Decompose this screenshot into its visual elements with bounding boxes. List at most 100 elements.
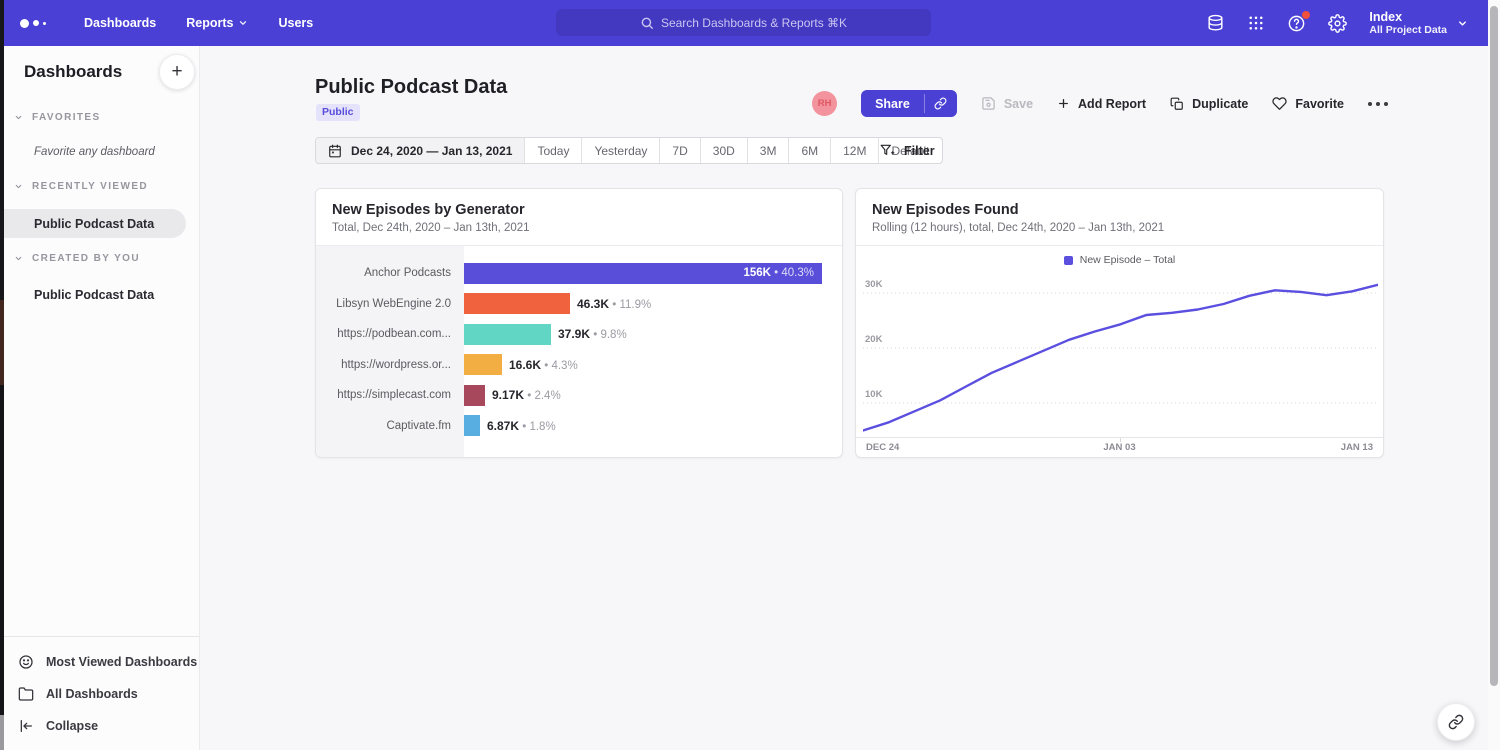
date-range-bar: Dec 24, 2020 — Jan 13, 2021 TodayYesterd… [315, 137, 943, 164]
nav-reports[interactable]: Reports [186, 16, 248, 30]
bar-category-label[interactable]: Anchor Podcasts [316, 267, 464, 279]
date-preset-today[interactable]: Today [525, 138, 582, 163]
most-viewed-dashboards-label: Most Viewed Dashboards [46, 655, 197, 669]
favorite-button[interactable]: Favorite [1272, 96, 1344, 111]
share-link-button[interactable] [925, 90, 957, 117]
bar-row: Anchor Podcasts 156K • 40.3% [316, 258, 842, 289]
add-dashboard-button[interactable]: + [159, 54, 195, 90]
bar-category-label[interactable]: https://simplecast.com [316, 389, 464, 401]
add-report-label: Add Report [1078, 97, 1146, 111]
sidebar-item-label: Public Podcast Data [34, 217, 154, 231]
bar-segment[interactable] [464, 293, 570, 314]
bar-segment[interactable] [464, 415, 480, 436]
share-button[interactable]: Share [861, 90, 957, 117]
sidebar-title: Dashboards [24, 62, 122, 82]
dashboard-actions: RH Share Save Add Report Duplicate Favor… [812, 90, 1388, 117]
chevron-down-icon [238, 18, 248, 28]
settings-gear-icon[interactable] [1328, 14, 1347, 33]
bar-category-label[interactable]: https://wordpress.or... [316, 359, 464, 371]
share-button-label[interactable]: Share [861, 90, 924, 117]
data-sources-icon[interactable] [1206, 14, 1225, 33]
save-button[interactable]: Save [981, 96, 1033, 111]
plot-area[interactable]: 30K20K10K [856, 273, 1383, 438]
filter-label: Filter [904, 144, 935, 158]
card-title: New Episodes by Generator [332, 202, 826, 218]
search-icon [640, 16, 654, 30]
page-title: Public Podcast Data [315, 76, 507, 99]
section-created-by-you-label: CREATED BY YOU [32, 253, 140, 264]
top-nav: Dashboards Reports Users Search Dashboar… [0, 0, 1488, 46]
project-switcher[interactable]: Index All Project Data [1369, 10, 1468, 37]
scrollbar-track[interactable] [1488, 0, 1500, 750]
app-logo[interactable] [20, 19, 54, 28]
bar-category-label[interactable]: Libsyn WebEngine 2.0 [316, 298, 464, 310]
nav-dashboards[interactable]: Dashboards [84, 16, 156, 30]
bar-segment[interactable] [464, 354, 502, 375]
avatar[interactable]: RH [812, 91, 837, 116]
chevron-down-icon [14, 254, 23, 263]
bar-category-label[interactable]: https://podbean.com... [316, 328, 464, 340]
filter-button[interactable]: Filter [880, 137, 935, 164]
most-viewed-dashboards-button[interactable]: Most Viewed Dashboards [0, 646, 199, 678]
bar-value: 156K • 40.3% [743, 267, 822, 279]
scrollbar-thumb[interactable] [1490, 6, 1498, 686]
help-icon[interactable] [1287, 14, 1306, 33]
more-options-button[interactable] [1368, 102, 1388, 106]
date-preset-3m[interactable]: 3M [748, 138, 790, 163]
card-header[interactable]: New Episodes Found Rolling (12 hours), t… [856, 189, 1383, 246]
search-input[interactable]: Search Dashboards & Reports ⌘K [556, 9, 931, 36]
nav-users[interactable]: Users [278, 16, 313, 30]
add-report-button[interactable]: Add Report [1057, 97, 1146, 111]
duplicate-label: Duplicate [1192, 97, 1248, 111]
collapse-left-icon [18, 718, 34, 734]
copy-link-fab[interactable] [1437, 703, 1475, 741]
bar-category-label[interactable]: Captivate.fm [316, 420, 464, 432]
date-preset-12m[interactable]: 12M [831, 138, 879, 163]
sidebar-item-public-podcast-data[interactable]: Public Podcast Data [0, 283, 154, 307]
date-range-value: Dec 24, 2020 — Jan 13, 2021 [351, 144, 512, 158]
bar-segment[interactable]: 156K • 40.3% [464, 263, 822, 284]
bar-row: https://simplecast.com 9.17K • 2.4% [316, 380, 842, 411]
section-created-by-you[interactable]: CREATED BY YOU [14, 253, 140, 264]
bar-row: Captivate.fm6.87K • 1.8% [316, 411, 842, 442]
section-recently-viewed[interactable]: RECENTLY VIEWED [14, 181, 148, 192]
duplicate-button[interactable]: Duplicate [1170, 97, 1248, 111]
section-favorites[interactable]: FAVORITES [14, 112, 101, 123]
public-badge: Public [316, 104, 360, 121]
collapse-label: Collapse [46, 719, 98, 733]
date-preset-6m[interactable]: 6M [789, 138, 831, 163]
sidebar-item-label: Public Podcast Data [34, 288, 154, 302]
date-preset-yesterday[interactable]: Yesterday [582, 138, 660, 163]
bar-value: 16.6K • 4.3% [509, 358, 578, 372]
chevron-down-icon [1457, 18, 1468, 29]
section-favorites-label: FAVORITES [32, 112, 101, 123]
x-axis: DEC 24JAN 03JAN 13 [856, 439, 1383, 457]
date-preset-30d[interactable]: 30D [701, 138, 748, 163]
apps-grid-icon[interactable] [1247, 14, 1265, 32]
collapse-sidebar-button[interactable]: Collapse [0, 710, 199, 742]
bar-value: 46.3K • 11.9% [577, 297, 651, 311]
card-new-episodes-found: New Episodes Found Rolling (12 hours), t… [855, 188, 1384, 458]
bar-segment[interactable] [464, 324, 551, 345]
line-series[interactable] [863, 285, 1378, 431]
card-subtitle: Rolling (12 hours), total, Dec 24th, 202… [872, 222, 1367, 234]
bar-value: 9.17K • 2.4% [492, 388, 561, 402]
card-new-episodes-by-generator: New Episodes by Generator Total, Dec 24t… [315, 188, 843, 458]
copy-icon [1170, 97, 1184, 111]
sidebar-item-public-podcast-data-selected[interactable]: Public Podcast Data [0, 209, 186, 238]
date-range-picker[interactable]: Dec 24, 2020 — Jan 13, 2021 [316, 138, 525, 163]
chart-legend[interactable]: New Episode – Total [856, 254, 1383, 266]
save-icon [981, 96, 996, 111]
x-tick-label: JAN 13 [1341, 442, 1373, 453]
bar-segment[interactable] [464, 385, 485, 406]
all-dashboards-button[interactable]: All Dashboards [0, 678, 199, 710]
card-header[interactable]: New Episodes by Generator Total, Dec 24t… [316, 189, 842, 246]
date-preset-7d[interactable]: 7D [660, 138, 700, 163]
x-tick-label: JAN 03 [1103, 442, 1135, 453]
smiley-icon [18, 654, 34, 670]
bar-value: 37.9K • 9.8% [558, 327, 627, 341]
project-scope: All Project Data [1369, 24, 1447, 37]
desktop-edge-strip [0, 0, 4, 750]
plus-icon: + [171, 61, 182, 83]
favorites-empty-hint: Favorite any dashboard [34, 146, 155, 158]
